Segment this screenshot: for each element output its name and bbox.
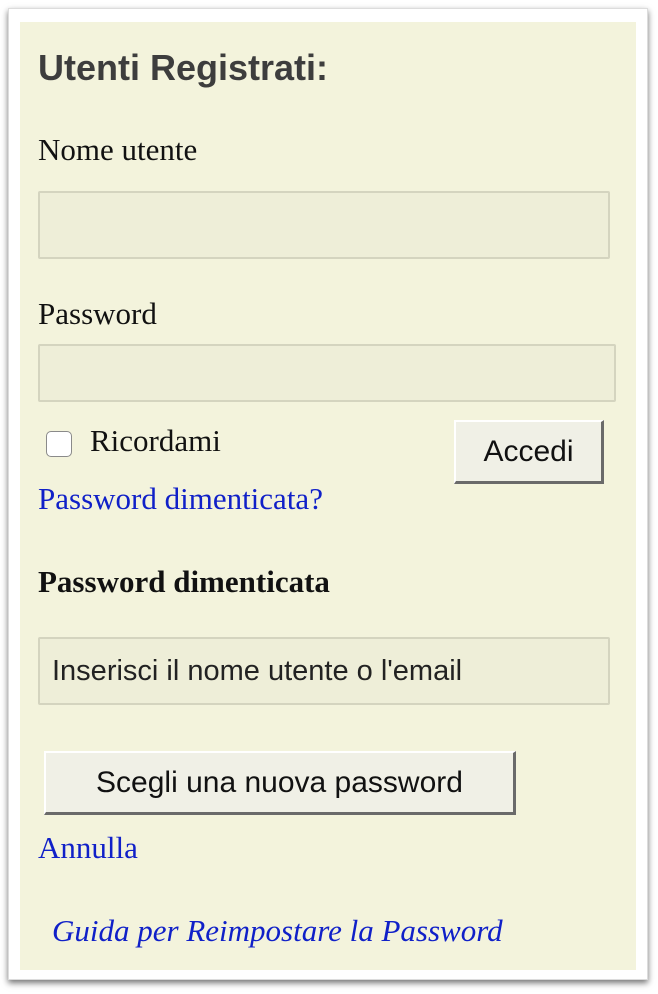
- remember-me-label: Ricordami: [90, 423, 221, 458]
- cancel-link[interactable]: Annulla: [38, 832, 138, 863]
- username-input[interactable]: [38, 191, 610, 259]
- registered-users-heading: Utenti Registrati:: [38, 47, 329, 88]
- remember-me-checkbox[interactable]: [46, 431, 72, 457]
- username-or-email-input[interactable]: Inserisci il nome utente o l'email: [38, 637, 610, 705]
- password-label: Password: [38, 296, 157, 331]
- username-label: Nome utente: [38, 132, 198, 167]
- forgot-password-link[interactable]: Password dimenticata?: [38, 483, 323, 514]
- username-or-email-placeholder: Inserisci il nome utente o l'email: [52, 654, 463, 687]
- login-button[interactable]: Accedi: [454, 420, 604, 484]
- password-reset-guide-link[interactable]: Guida per Reimpostare la Password: [52, 915, 503, 946]
- password-input[interactable]: [38, 344, 616, 402]
- choose-new-password-button[interactable]: Scegli una nuova password: [44, 751, 516, 815]
- forgot-password-heading: Password dimenticata: [38, 564, 330, 599]
